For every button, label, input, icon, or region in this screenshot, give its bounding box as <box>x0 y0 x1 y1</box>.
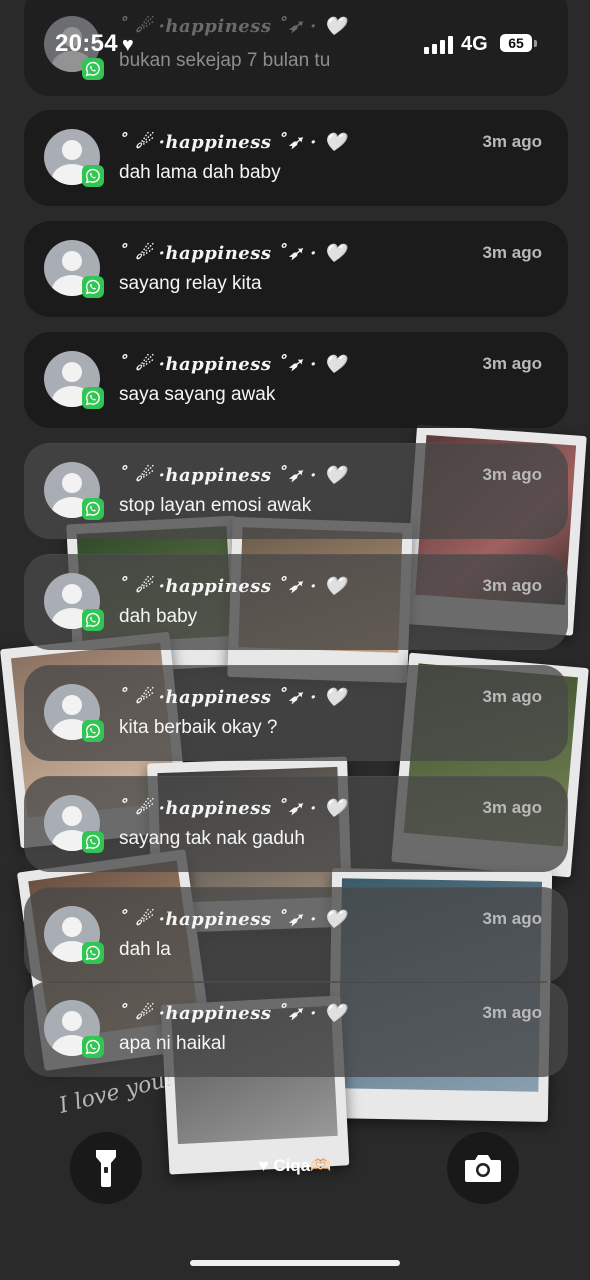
notification-sender: ˚ ☄ ·𝒉𝒂𝒑𝒑𝒊𝒏𝒆𝒔𝒔 ˚➶ · 🤍 <box>119 798 347 819</box>
notification-sender: ˚ ☄ ·𝒉𝒂𝒑𝒑𝒊𝒏𝒆𝒔𝒔 ˚➶ · 🤍 <box>119 465 347 486</box>
notification-time: 3m ago <box>482 687 542 706</box>
notification-card[interactable]: ˚ ☄ ·𝒉𝒂𝒑𝒑𝒊𝒏𝒆𝒔𝒔 ˚➶ · 🤍 3m ago sayang tak na… <box>24 776 568 872</box>
status-bar: 20:54 ♥ 4G 65 <box>0 0 590 88</box>
whatsapp-icon <box>82 387 104 409</box>
whatsapp-icon <box>82 1036 104 1058</box>
clock-time: 20:54 <box>55 30 118 57</box>
camera-icon <box>465 1155 501 1182</box>
notification-message: saya sayang awak <box>119 384 276 405</box>
battery-tip <box>534 40 537 47</box>
notification-message: sayang relay kita <box>119 273 262 294</box>
network-type: 4G <box>461 33 488 55</box>
whatsapp-icon <box>82 720 104 742</box>
notification-time: 3m ago <box>482 132 542 151</box>
notification-time: 3m ago <box>482 1003 542 1022</box>
notification-time: 3m ago <box>482 465 542 484</box>
whatsapp-icon <box>82 165 104 187</box>
whatsapp-icon <box>82 498 104 520</box>
notification-message: dah lama dah baby <box>119 162 281 183</box>
cellular-signal-icon <box>424 36 454 54</box>
battery-icon: 65 <box>500 34 532 52</box>
notification-card[interactable]: ˚ ☄ ·𝒉𝒂𝒑𝒑𝒊𝒏𝒆𝒔𝒔 ˚➶ · 🤍 3m ago saya sayang a… <box>24 332 568 428</box>
notification-message: stop layan emosi awak <box>119 495 312 516</box>
notification-time: 3m ago <box>482 798 542 817</box>
notification-card[interactable]: ˚ ☄ ·𝒉𝒂𝒑𝒑𝒊𝒏𝒆𝒔𝒔 ˚➶ · 🤍 3m ago dah baby <box>24 554 568 650</box>
notification-time: 3m ago <box>482 354 542 373</box>
notification-message: sayang tak nak gaduh <box>119 828 305 849</box>
notification-time: 3m ago <box>482 243 542 262</box>
notification-time: 3m ago <box>482 909 542 928</box>
notification-sender: ˚ ☄ ·𝒉𝒂𝒑𝒑𝒊𝒏𝒆𝒔𝒔 ˚➶ · 🤍 <box>119 687 347 708</box>
notification-sender: ˚ ☄ ·𝒉𝒂𝒑𝒑𝒊𝒏𝒆𝒔𝒔 ˚➶ · 🤍 <box>119 132 347 153</box>
notification-sender: ˚ ☄ ·𝒉𝒂𝒑𝒑𝒊𝒏𝒆𝒔𝒔 ˚➶ · 🤍 <box>119 354 347 375</box>
notification-time: 3m ago <box>482 576 542 595</box>
whatsapp-icon <box>82 609 104 631</box>
notification-message: kita berbaik okay ? <box>119 717 278 738</box>
notification-card[interactable]: ˚ ☄ ·𝒉𝒂𝒑𝒑𝒊𝒏𝒆𝒔𝒔 ˚➶ · 🤍 3m ago apa ni haikal <box>24 981 568 1077</box>
notification-message: dah la <box>119 939 171 960</box>
notification-card[interactable]: ˚ ☄ ·𝒉𝒂𝒑𝒑𝒊𝒏𝒆𝒔𝒔 ˚➶ · 🤍 3m ago dah lama dah … <box>24 110 568 206</box>
notification-card[interactable]: ˚ ☄ ·𝒉𝒂𝒑𝒑𝒊𝒏𝒆𝒔𝒔 ˚➶ · 🤍 3m ago stop layan em… <box>24 443 568 539</box>
whatsapp-icon <box>82 942 104 964</box>
notification-message: apa ni haikal <box>119 1033 226 1054</box>
heart-icon: ♥ <box>121 34 135 56</box>
home-indicator[interactable] <box>190 1260 400 1266</box>
whatsapp-icon <box>82 831 104 853</box>
notification-sender: ˚ ☄ ·𝒉𝒂𝒑𝒑𝒊𝒏𝒆𝒔𝒔 ˚➶ · 🤍 <box>119 909 347 930</box>
notification-card[interactable]: ˚ ☄ ·𝒉𝒂𝒑𝒑𝒊𝒏𝒆𝒔𝒔 ˚➶ · 🤍 3m ago sayang relay … <box>24 221 568 317</box>
notification-card[interactable]: ˚ ☄ ·𝒉𝒂𝒑𝒑𝒊𝒏𝒆𝒔𝒔 ˚➶ · 🤍 3m ago dah la <box>24 887 568 983</box>
notification-sender: ˚ ☄ ·𝒉𝒂𝒑𝒑𝒊𝒏𝒆𝒔𝒔 ˚➶ · 🤍 <box>119 576 347 597</box>
notification-sender: ˚ ☄ ·𝒉𝒂𝒑𝒑𝒊𝒏𝒆𝒔𝒔 ˚➶ · 🤍 <box>119 1003 347 1024</box>
whatsapp-icon <box>82 276 104 298</box>
notification-message: dah baby <box>119 606 198 627</box>
notification-sender: ˚ ☄ ·𝒉𝒂𝒑𝒑𝒊𝒏𝒆𝒔𝒔 ˚➶ · 🤍 <box>119 243 347 264</box>
camera-button[interactable] <box>447 1132 519 1204</box>
notification-card[interactable]: ˚ ☄ ·𝒉𝒂𝒑𝒑𝒊𝒏𝒆𝒔𝒔 ˚➶ · 🤍 3m ago kita berbaik … <box>24 665 568 761</box>
clock: 20:54 ♥ <box>55 30 134 58</box>
